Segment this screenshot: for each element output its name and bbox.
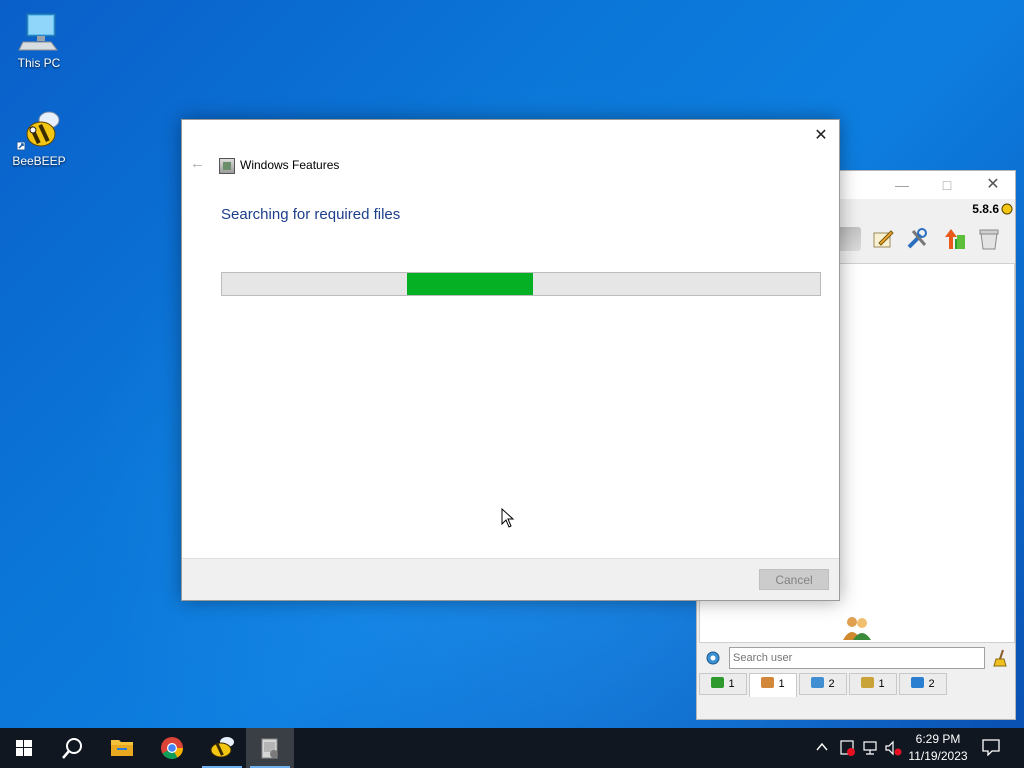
minimize-button[interactable]: — xyxy=(892,177,912,193)
windows-features-dialog: ✕ ← Windows Features Searching for requi… xyxy=(181,119,840,601)
beebeep-tabs: 1 1 2 1 2 xyxy=(699,673,1015,697)
chrome-icon xyxy=(161,737,183,759)
tools-icon[interactable] xyxy=(905,227,929,251)
bee-small-icon xyxy=(1001,203,1013,215)
tab-count: 1 xyxy=(778,678,785,690)
chat-window-icon xyxy=(711,677,725,688)
start-button[interactable] xyxy=(0,728,48,768)
settings-gear-icon[interactable] xyxy=(705,650,721,666)
this-pc-icon xyxy=(18,13,58,51)
progress-fill xyxy=(407,273,533,295)
search-button[interactable] xyxy=(48,728,96,768)
mouse-cursor-icon xyxy=(501,508,515,528)
users-icon xyxy=(761,677,775,688)
taskbar-beebeep[interactable] xyxy=(198,728,246,768)
chevron-up-icon[interactable] xyxy=(815,740,829,754)
tab-shares[interactable]: 2 xyxy=(899,673,947,695)
tab-count: 1 xyxy=(728,678,735,690)
clear-broom-icon[interactable] xyxy=(993,649,1009,667)
progress-bar xyxy=(221,272,821,296)
taskbar-chrome[interactable] xyxy=(148,728,196,768)
notification-icon[interactable] xyxy=(982,738,1000,756)
edit-note-icon[interactable] xyxy=(871,227,895,251)
search-icon xyxy=(62,738,82,759)
security-warning-icon[interactable] xyxy=(838,739,856,757)
mail-icon[interactable] xyxy=(837,227,861,251)
taskbar-file-explorer[interactable] xyxy=(98,728,146,768)
search-user-input[interactable] xyxy=(729,647,985,669)
beebeep-icon xyxy=(16,111,60,151)
tab-chats[interactable]: 2 xyxy=(799,673,847,695)
dialog-heading: Searching for required files xyxy=(221,206,401,223)
start-windows-icon xyxy=(16,740,32,756)
clock-date: 11/19/2023 xyxy=(908,749,968,763)
close-button[interactable]: ✕ xyxy=(811,126,831,146)
shares-icon xyxy=(911,677,925,688)
trash-icon[interactable] xyxy=(977,227,1001,251)
chats-icon xyxy=(811,677,825,688)
dialog-title: Windows Features xyxy=(240,158,340,172)
taskbar-windows-features[interactable] xyxy=(246,728,294,768)
file-explorer-icon xyxy=(111,740,133,756)
desktop-icon-this-pc[interactable]: This PC xyxy=(9,10,69,70)
beebeep-toolbar xyxy=(837,225,1015,257)
tab-count: 2 xyxy=(928,678,935,690)
desktop-icon-beebeep[interactable]: BeeBEEP xyxy=(9,108,69,168)
taskbar: 6:29 PM 11/19/2023 xyxy=(0,728,1024,768)
tab-groups[interactable]: 1 xyxy=(849,673,897,695)
system-tray xyxy=(812,728,902,768)
cancel-button[interactable]: Cancel xyxy=(759,569,829,590)
dialog-footer: Cancel xyxy=(182,558,839,600)
version-label: 5.8.6 xyxy=(972,202,999,216)
tab-count: 2 xyxy=(828,678,835,690)
close-button[interactable]: ✕ xyxy=(983,177,1003,193)
network-icon[interactable] xyxy=(862,739,880,757)
tab-count: 1 xyxy=(878,678,885,690)
back-arrow-icon[interactable]: ← xyxy=(190,156,206,172)
windows-features-taskbar-icon xyxy=(261,738,278,759)
users-group-icon xyxy=(843,617,871,640)
windows-features-icon xyxy=(219,158,235,174)
tab-chat[interactable]: 1 xyxy=(699,673,747,695)
update-icon[interactable] xyxy=(943,227,967,251)
beebeep-taskbar-icon xyxy=(210,737,234,758)
maximize-button[interactable]: □ xyxy=(937,177,957,193)
taskbar-clock[interactable]: 6:29 PM 11/19/2023 xyxy=(900,731,976,765)
desktop-icon-label: This PC xyxy=(17,56,61,70)
desktop-icon-label: BeeBEEP xyxy=(12,154,66,168)
clock-time: 6:29 PM xyxy=(915,732,961,746)
search-row xyxy=(701,647,1013,671)
groups-icon xyxy=(861,677,875,688)
tab-users[interactable]: 1 xyxy=(749,673,797,697)
